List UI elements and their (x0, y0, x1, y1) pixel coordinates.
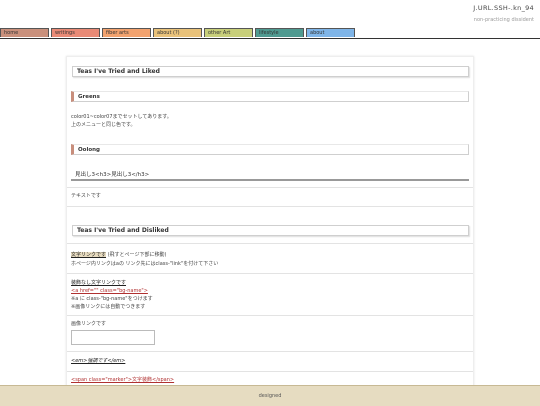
nav-item-home[interactable]: home (0, 28, 49, 37)
nav-item-about[interactable]: about (306, 28, 355, 37)
divider (67, 273, 473, 274)
divider (67, 351, 473, 352)
nav-label: fiber arts (106, 30, 129, 36)
image-link-label: 画像リンクです (71, 321, 107, 327)
nav-label: writings (55, 30, 75, 36)
marker-sample: <span class="marker">文字装飾</span> (71, 377, 175, 383)
nav-item-about-q[interactable]: about (?) (153, 28, 202, 37)
text-sample: テキストです (71, 193, 101, 199)
main-content-card: Teas I've Tried and Liked Greens color01… (66, 56, 474, 396)
subsection-title-oolong: Oolong (71, 144, 469, 155)
nav-label: lifestyle (259, 30, 279, 36)
nav-label: about (?) (157, 30, 180, 36)
site-tagline: non-practicing dissident (473, 17, 534, 23)
greens-text-2: 上のメニューと同じ色です。 (71, 122, 136, 128)
nav-label: home (4, 30, 19, 36)
footer: designed (0, 385, 540, 406)
section-title-disliked: Teas I've Tried and Disliked (72, 225, 469, 236)
text-link[interactable]: 文字リンクです (71, 252, 107, 258)
undecorated-text-link[interactable]: 装飾なし文字リンクです (71, 280, 126, 287)
nav-item-lifestyle[interactable]: lifestyle (255, 28, 304, 37)
image-link-box[interactable] (71, 330, 155, 345)
bg-name-note-2: ※画像リンクには自動でつきます (71, 304, 146, 310)
subsection-title-greens: Greens (71, 91, 469, 102)
divider (67, 187, 473, 188)
divider (67, 243, 473, 244)
footer-text: designed (258, 393, 282, 399)
nav-label: other Art (208, 30, 231, 36)
text-link-line: 文字リンクです (飛すとページ下部に移動) (71, 252, 166, 259)
greens-text-1: color01~color07までセットしてあります。 (71, 114, 172, 120)
nav-label: about (310, 30, 325, 36)
section-title-liked: Teas I've Tried and Liked (72, 66, 469, 77)
nav-item-other-art[interactable]: other Art (204, 28, 253, 37)
divider (67, 371, 473, 372)
nav-bar: home writings fiber arts about (?) other… (0, 28, 540, 39)
nav-item-fiber-arts[interactable]: fiber arts (102, 28, 151, 37)
divider (67, 206, 473, 207)
text-link-note: (飛すとページ下部に移動) (107, 252, 167, 258)
code-sample-bg-name: <a href="" class="bg-name"> (71, 288, 148, 294)
em-sample: <em>強調です</em> (71, 358, 126, 364)
h3-sample-heading: 見出し3<h3>見出し3</h3> (71, 170, 469, 181)
nav-item-writings[interactable]: writings (51, 28, 100, 37)
in-page-link-note: ホページ内リンクはaの リンク先にはclass-"link"を付けて下さい (71, 261, 219, 267)
divider (67, 315, 473, 316)
bg-name-note-1: ※a に class-"bg-name"をつけます (71, 296, 153, 302)
site-title[interactable]: J.URL.SSH-.kn_94 (473, 4, 534, 12)
site-header: J.URL.SSH-.kn_94 non-practicing dissiden… (0, 0, 540, 28)
